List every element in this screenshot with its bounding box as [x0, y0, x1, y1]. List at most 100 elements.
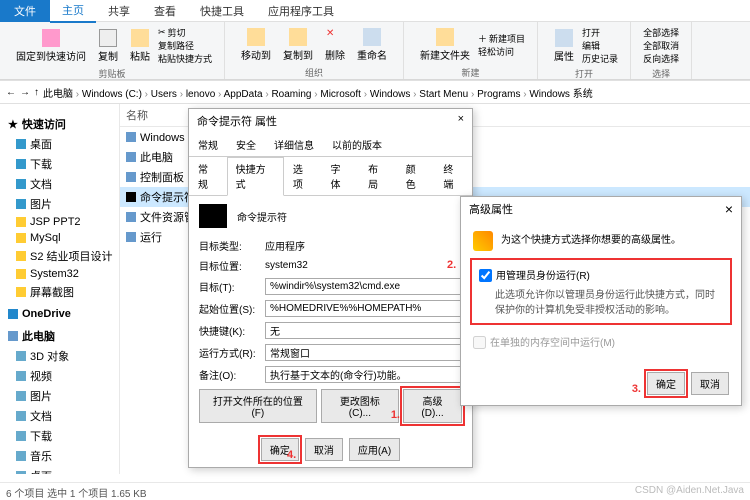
annotation-3: 3.: [632, 383, 641, 395]
invert-button[interactable]: 反向选择: [643, 52, 679, 65]
crumb[interactable]: Programs: [477, 89, 529, 100]
comment-input[interactable]: [265, 366, 462, 383]
advanced-button[interactable]: 高级(D)...: [403, 389, 462, 423]
cut-button[interactable]: ✂ 剪切: [158, 26, 212, 39]
pin-button[interactable]: 固定到快速访问: [12, 27, 90, 65]
onedrive[interactable]: OneDrive: [2, 306, 117, 322]
dlg-subtab[interactable]: 颜色: [397, 157, 435, 195]
shield-icon: [473, 231, 493, 251]
runmode-select[interactable]: [265, 344, 462, 361]
crumb[interactable]: Users: [151, 89, 186, 100]
breadcrumb[interactable]: ← → ↑ 此电脑Windows (C:)UserslenovoAppDataR…: [0, 80, 750, 104]
selectnone-button[interactable]: 全部取消: [643, 39, 679, 52]
nav-up-icon[interactable]: ↑: [34, 87, 39, 98]
selectall-button[interactable]: 全部选择: [643, 26, 679, 39]
copy-button[interactable]: 复制: [94, 27, 122, 65]
change-icon-button[interactable]: 更改图标(C)...: [321, 389, 399, 423]
moveto-button[interactable]: 移动到: [237, 26, 275, 64]
sidebar-item[interactable]: MySql: [2, 230, 117, 246]
close-icon[interactable]: ×: [725, 201, 733, 217]
run-as-admin-label: 用管理员身份运行(R): [496, 267, 590, 282]
dlg-subtab[interactable]: 布局: [359, 157, 397, 195]
dlg-tab[interactable]: 以前的版本: [323, 133, 391, 156]
sidebar-item[interactable]: System32: [2, 266, 117, 282]
dlg-tab[interactable]: 详细信息: [265, 133, 323, 156]
copyto-button[interactable]: 复制到: [279, 26, 317, 64]
open-location-button[interactable]: 打开文件所在的位置(F): [199, 389, 317, 423]
newitem-button[interactable]: ＋新建项目: [478, 32, 525, 45]
nav-back-icon[interactable]: ←: [6, 87, 16, 98]
sidebar-item[interactable]: 3D 对象: [2, 346, 117, 366]
run-as-admin-checkbox[interactable]: [479, 269, 492, 282]
copypath-button[interactable]: 复制路径: [158, 39, 212, 52]
group-organize: 组织: [305, 66, 323, 79]
quick-access[interactable]: ★ 快速访问: [2, 114, 117, 134]
crumb[interactable]: Windows 系统: [529, 89, 592, 100]
sidebar-item[interactable]: 桌面: [2, 466, 117, 474]
file-tab[interactable]: 文件: [0, 0, 50, 22]
nav-fwd-icon[interactable]: →: [20, 87, 30, 98]
sidebar-item[interactable]: 文档: [2, 406, 117, 426]
sidebar-item[interactable]: 文档: [2, 174, 117, 194]
pasteshortcut-button[interactable]: 粘贴快捷方式: [158, 52, 212, 65]
tab-app-tools[interactable]: 应用程序工具: [256, 0, 346, 22]
sidebar-item[interactable]: 图片: [2, 386, 117, 406]
sidebar-item[interactable]: 下载: [2, 426, 117, 446]
sidebar-item[interactable]: 图片: [2, 194, 117, 214]
crumb[interactable]: Windows (C:): [82, 89, 151, 100]
crumb[interactable]: Windows: [370, 89, 419, 100]
tab-share[interactable]: 共享: [96, 0, 142, 22]
delete-button[interactable]: ✕删除: [321, 26, 349, 64]
cancel2-button[interactable]: 取消: [691, 372, 729, 395]
sidebar-item[interactable]: JSP PPT2: [2, 214, 117, 230]
crumb[interactable]: Start Menu: [419, 89, 477, 100]
dlg-subtab[interactable]: 字体: [322, 157, 360, 195]
dlg-tab[interactable]: 安全: [227, 133, 265, 156]
startin-input[interactable]: [265, 300, 462, 317]
cancel-button[interactable]: 取消: [305, 438, 343, 461]
edit-button[interactable]: 编辑: [582, 39, 618, 52]
dlg-subtab[interactable]: 常规: [189, 157, 227, 195]
group-select: 选择: [652, 67, 670, 80]
close-icon[interactable]: ×: [458, 113, 464, 129]
dlg-subtab[interactable]: 快捷方式: [227, 157, 284, 196]
tab-home[interactable]: 主页: [50, 0, 96, 23]
separate-memory-checkbox: [473, 336, 486, 349]
hotkey-input[interactable]: [265, 322, 462, 339]
crumb[interactable]: lenovo: [186, 89, 224, 100]
dlg-subtab[interactable]: 选项: [284, 157, 322, 195]
dlg-tab[interactable]: 常规: [189, 133, 227, 156]
paste-button[interactable]: 粘贴: [126, 27, 154, 65]
target-input[interactable]: [265, 278, 462, 295]
tab-view[interactable]: 查看: [142, 0, 188, 22]
this-pc[interactable]: 此电脑: [2, 326, 117, 346]
dlg-subtab[interactable]: 终端: [434, 157, 472, 195]
cmd-icon: [199, 204, 227, 228]
status-left: 6 个项目 选中 1 个项目 1.65 KB: [6, 485, 147, 498]
admin-desc: 此选项允许你以管理员身份运行此快捷方式，同时保护你的计算机免受非授权活动的影响。: [495, 286, 723, 316]
properties-button[interactable]: 属性: [550, 27, 578, 65]
shortcut-name: 命令提示符: [237, 209, 287, 224]
group-new: 新建: [462, 66, 480, 79]
sidebar-item[interactable]: 屏幕截图: [2, 282, 117, 302]
crumb[interactable]: Roaming: [271, 89, 320, 100]
sidebar-item[interactable]: 下载: [2, 154, 117, 174]
ribbon: 固定到快速访问 复制 粘贴 ✂ 剪切 复制路径 粘贴快捷方式 剪贴板 移动到 复…: [0, 22, 750, 80]
sidebar-item[interactable]: S2 结业项目设计: [2, 246, 117, 266]
crumb[interactable]: 此电脑: [43, 89, 82, 100]
rename-button[interactable]: 重命名: [353, 26, 391, 64]
easyaccess-button[interactable]: 轻松访问: [478, 45, 525, 58]
sidebar-item[interactable]: 桌面: [2, 134, 117, 154]
advanced-desc: 为这个快捷方式选择你想要的高级属性。: [501, 231, 681, 246]
sidebar-item[interactable]: 视频: [2, 366, 117, 386]
history-button[interactable]: 历史记录: [582, 52, 618, 65]
sidebar-item[interactable]: 音乐: [2, 446, 117, 466]
tab-shortcut-tools[interactable]: 快捷工具: [188, 0, 256, 22]
open-button[interactable]: 打开: [582, 26, 618, 39]
ok2-button[interactable]: 确定: [647, 372, 685, 395]
crumb[interactable]: AppData: [224, 89, 272, 100]
newfolder-button[interactable]: 新建文件夹: [416, 26, 474, 64]
apply-button[interactable]: 应用(A): [349, 438, 400, 461]
group-open: 打开: [575, 67, 593, 80]
crumb[interactable]: Microsoft: [320, 89, 369, 100]
